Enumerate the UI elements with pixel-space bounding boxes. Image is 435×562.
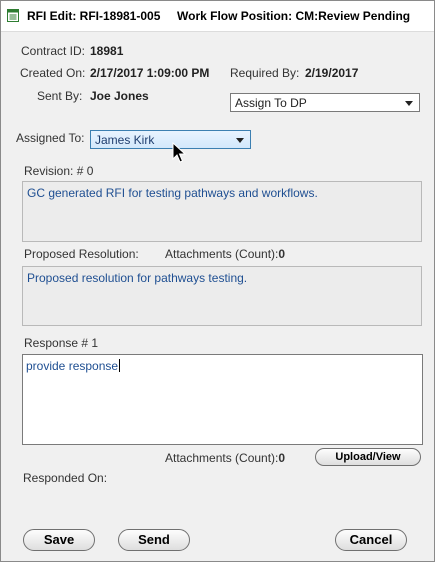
response-value: provide response: [26, 359, 119, 373]
action-select-value: Assign To DP: [235, 96, 307, 110]
responded-on-label: Responded On:: [23, 471, 108, 485]
upload-view-button[interactable]: Upload/View: [315, 448, 421, 466]
response-text: provide response: [26, 359, 121, 373]
attachments-count-value: 0: [278, 247, 286, 261]
assigned-to-label: Assigned To:: [16, 131, 85, 145]
action-select[interactable]: Assign To DP: [230, 93, 420, 112]
attachments-count-label: Attachments (Count):: [165, 247, 279, 261]
required-by-label: Required By:: [230, 66, 300, 80]
contract-id-value: 18981: [90, 44, 124, 58]
response-input[interactable]: provide response: [22, 354, 423, 445]
assigned-to-select[interactable]: James Kirk: [90, 130, 251, 149]
assigned-to-value: James Kirk: [95, 133, 155, 147]
revision-text-box: GC generated RFI for testing pathways an…: [22, 181, 422, 242]
rfi-edit-window: RFI Edit: RFI-18981-005 Work Flow Positi…: [0, 0, 435, 562]
response-label: Response # 1: [24, 336, 99, 350]
window-title: RFI Edit: RFI-18981-005: [27, 9, 161, 23]
revision-text: GC generated RFI for testing pathways an…: [27, 186, 318, 200]
send-button[interactable]: Send: [118, 529, 190, 551]
text-caret: [119, 359, 121, 372]
sent-by-label: Sent By:: [37, 89, 83, 103]
created-on-label: Created On:: [20, 66, 86, 80]
created-on-value: 2/17/2017 1:09:00 PM: [90, 66, 210, 80]
proposed-resolution-text: Proposed resolution for pathways testing…: [27, 271, 248, 285]
document-icon: [7, 9, 19, 22]
proposed-resolution-box: Proposed resolution for pathways testing…: [22, 266, 422, 326]
contract-id-label: Contract ID:: [21, 44, 86, 58]
response-attachments-count-value: 0: [278, 451, 286, 465]
response-attachments-count-label: Attachments (Count):: [165, 451, 279, 465]
title-bar: RFI Edit: RFI-18981-005 Work Flow Positi…: [1, 1, 434, 32]
revision-label: Revision: # 0: [24, 164, 94, 178]
response-attachments-label: Attachments (Count):0: [165, 451, 285, 465]
workflow-position: Work Flow Position: CM:Review Pending: [177, 9, 411, 23]
required-by-value: 2/19/2017: [305, 66, 359, 80]
mouse-pointer-icon: [172, 142, 186, 163]
save-button[interactable]: Save: [23, 529, 95, 551]
proposed-attachments-label: Attachments (Count):0: [165, 247, 285, 261]
cancel-button[interactable]: Cancel: [335, 529, 407, 551]
proposed-resolution-label: Proposed Resolution:: [24, 247, 139, 261]
sent-by-value: Joe Jones: [90, 89, 149, 103]
chevron-down-icon: [405, 101, 413, 106]
chevron-down-icon: [236, 138, 244, 143]
